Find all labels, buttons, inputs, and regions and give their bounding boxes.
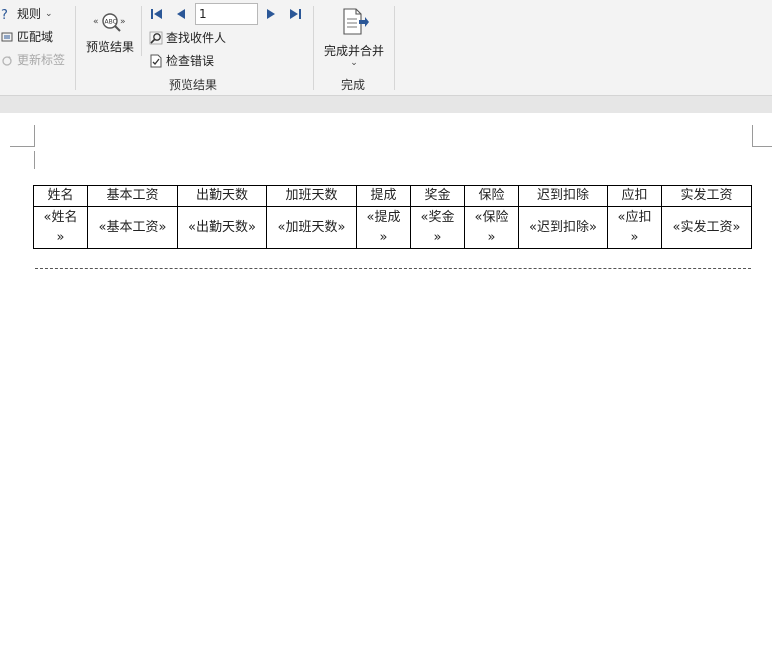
merge-field-text: «保险 (474, 209, 509, 225)
table-header-cell: 奖金 (410, 185, 465, 207)
merge-field-text: «基本工资» (98, 219, 167, 235)
update-labels-label: 更新标签 (17, 53, 66, 67)
previous-record-button[interactable] (172, 5, 190, 23)
preview-abc-icon: « ABC » (84, 11, 136, 36)
crop-mark (34, 125, 35, 147)
merge-field-cell[interactable]: «提成 » (356, 206, 411, 249)
merge-field-text: «出勤天数» (188, 219, 256, 235)
svg-text:»: » (120, 17, 126, 27)
crop-mark (752, 125, 753, 147)
merge-field-text: «奖金 (420, 209, 455, 225)
merge-field-cell[interactable]: «加班天数» (266, 206, 357, 249)
ribbon-separator (313, 6, 314, 90)
merge-field-cell[interactable]: «基本工资» (87, 206, 178, 249)
match-fields-icon (0, 30, 14, 44)
table-header-cell: 迟到扣除 (518, 185, 608, 207)
merge-field-text: » (487, 229, 496, 245)
last-record-icon (290, 9, 301, 19)
record-number-input[interactable]: 1 (195, 3, 258, 25)
ribbon-bottom-strip (0, 95, 772, 114)
merge-field-text: » (433, 229, 442, 245)
previous-record-icon (177, 9, 185, 19)
preview-group-label: 预览结果 (169, 78, 218, 92)
merge-field-cell[interactable]: «奖金 » (410, 206, 465, 249)
table-header-cell: 保险 (464, 185, 519, 207)
first-record-button[interactable] (148, 5, 166, 23)
table-header-cell: 基本工资 (87, 185, 178, 207)
check-errors-label: 检查错误 (166, 54, 215, 68)
chevron-down-icon: ⌄ (45, 8, 53, 19)
ribbon-separator (75, 6, 76, 90)
preview-results-label: 预览结果 (85, 40, 134, 54)
finish-merge-label: 完成并合并 (323, 44, 384, 58)
merge-field-cell[interactable]: «姓名 » (33, 206, 88, 249)
svg-text:?: ? (1, 8, 8, 21)
crop-mark (752, 146, 772, 147)
update-labels-button[interactable]: 更新标签 (0, 51, 65, 68)
match-fields-button[interactable]: 匹配域 (0, 28, 53, 45)
search-icon (149, 31, 163, 45)
merge-field-cell[interactable]: «实发工资» (661, 206, 752, 249)
merge-field-text: » (379, 229, 388, 245)
merge-field-text: » (630, 229, 639, 245)
svg-text:ABC: ABC (105, 19, 117, 26)
table-header-cell: 应扣 (607, 185, 662, 207)
table-header-cell: 加班天数 (266, 185, 357, 207)
table-field-row: «姓名 » «基本工资» «出勤天数» «加班天数» «提成 » «奖金 » «保险 » «迟到扣除»… (33, 206, 752, 249)
finish-merge-button[interactable]: 完成并合并 ⌄ (321, 7, 387, 68)
check-errors-icon (149, 54, 163, 68)
find-recipient-label: 查找收件人 (166, 31, 227, 45)
svg-text:«: « (93, 17, 99, 27)
finish-group-label: 完成 (341, 78, 366, 92)
crop-mark (34, 151, 35, 169)
table-header-row: 姓名 基本工资 出勤天数 加班天数 提成 奖金 保险 迟到扣除 应扣 实发工资 (33, 185, 752, 207)
rules-icon: ? (0, 7, 14, 21)
next-record-icon (267, 9, 275, 19)
merge-field-text: «加班天数» (277, 219, 346, 235)
rules-button[interactable]: ? 规则 ⌄ (0, 5, 53, 22)
merge-field-cell[interactable]: «出勤天数» (177, 206, 267, 249)
finish-merge-icon (321, 7, 387, 40)
preview-results-button[interactable]: « ABC » 预览结果 (84, 11, 136, 55)
ribbon-separator (394, 6, 395, 90)
merge-field-cell[interactable]: «应扣 » (607, 206, 662, 249)
first-record-icon (151, 9, 162, 19)
table-header-cell: 姓名 (33, 185, 88, 207)
table-header-cell: 实发工资 (661, 185, 752, 207)
merge-field-cell[interactable]: «保险 » (464, 206, 519, 249)
merge-field-text: «应扣 (617, 209, 652, 225)
merge-field-table: 姓名 基本工资 出勤天数 加班天数 提成 奖金 保险 迟到扣除 应扣 实发工资 «姓名 » «基本工资… (33, 185, 752, 249)
match-fields-label: 匹配域 (17, 30, 54, 44)
section-break-line (35, 268, 751, 269)
ribbon: ? 规则 ⌄ 匹配域 更新标签 « ABC » 预览结果 1 查找收件人 检查错… (0, 0, 772, 95)
merge-field-text: «实发工资» (672, 219, 741, 235)
merge-field-cell[interactable]: «迟到扣除» (518, 206, 608, 249)
find-recipient-button[interactable]: 查找收件人 (149, 29, 226, 46)
ribbon-separator (141, 6, 142, 56)
last-record-button[interactable] (286, 5, 304, 23)
document-page: 姓名 基本工资 出勤天数 加班天数 提成 奖金 保险 迟到扣除 应扣 实发工资 «姓名 » «基本工资… (0, 113, 772, 646)
refresh-icon (0, 53, 14, 67)
crop-mark (10, 146, 34, 147)
merge-field-text: » (56, 229, 65, 245)
merge-field-text: «姓名 (43, 209, 78, 225)
next-record-button[interactable] (262, 5, 280, 23)
check-errors-button[interactable]: 检查错误 (149, 52, 214, 69)
merge-field-text: «提成 (366, 209, 401, 225)
rules-label: 规则 (17, 7, 42, 21)
table-header-cell: 出勤天数 (177, 185, 267, 207)
chevron-down-icon: ⌄ (350, 58, 358, 68)
merge-field-text: «迟到扣除» (529, 219, 597, 235)
table-header-cell: 提成 (356, 185, 411, 207)
